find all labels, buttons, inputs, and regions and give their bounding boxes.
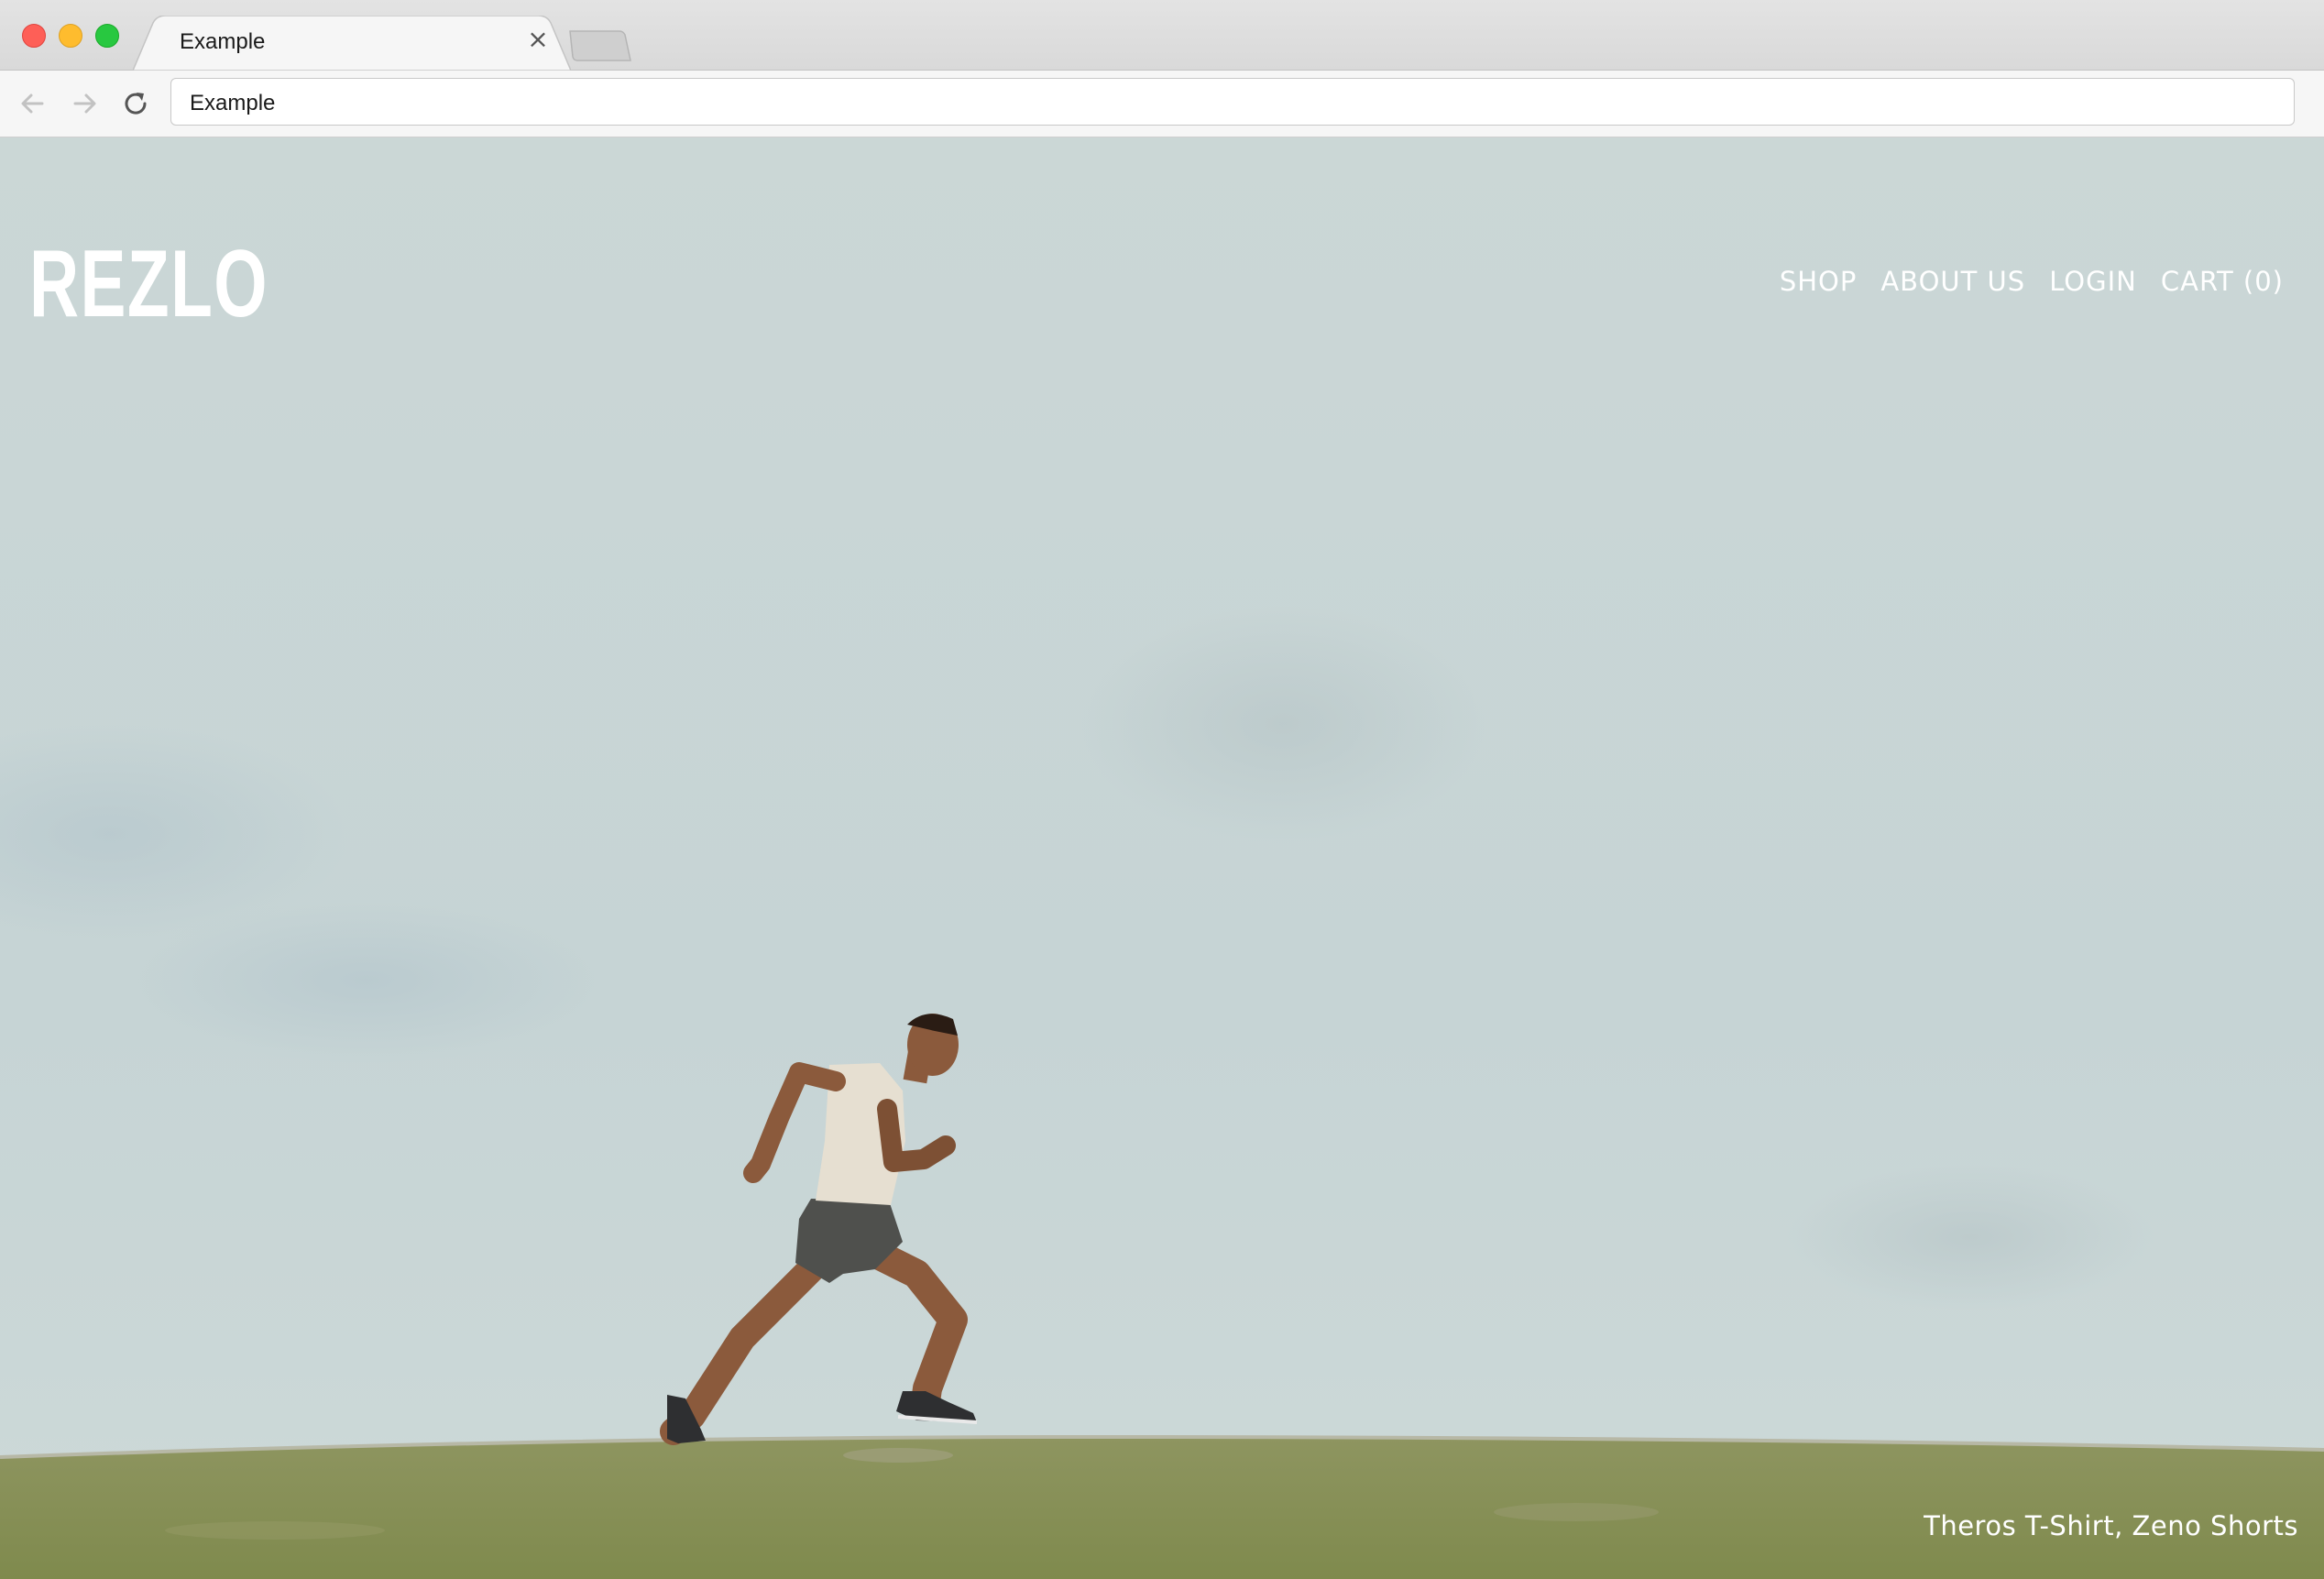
site-nav: SHOP ABOUT US LOGIN CART (0)	[1780, 266, 2284, 297]
browser-window: Example × Example REZLO SHOP ABOUT US LO…	[0, 0, 2324, 1579]
arrow-left-icon[interactable]	[16, 87, 49, 120]
new-tab-button[interactable]	[568, 29, 632, 62]
nav-about-link[interactable]: ABOUT US	[1880, 266, 2025, 297]
arrow-right-icon[interactable]	[68, 87, 101, 120]
tab-bar: Example ×	[0, 0, 2324, 71]
tab-close-icon[interactable]: ×	[526, 27, 550, 52]
web-page: REZLO SHOP ABOUT US LOGIN CART (0) Thero…	[0, 137, 2324, 1579]
maximize-window-button[interactable]	[95, 24, 119, 48]
nav-cart-link[interactable]: CART (0)	[2161, 266, 2284, 297]
nav-login-link[interactable]: LOGIN	[2049, 266, 2137, 297]
address-bar[interactable]: Example	[170, 78, 2295, 126]
close-window-button[interactable]	[22, 24, 46, 48]
browser-toolbar: Example	[0, 71, 2324, 137]
nav-shop-link[interactable]: SHOP	[1780, 266, 1858, 297]
hero-caption[interactable]: Theros T-Shirt, Zeno Shorts	[1924, 1510, 2298, 1541]
address-text: Example	[190, 91, 276, 115]
tab-title: Example	[180, 29, 266, 54]
site-logo[interactable]: REZLO	[29, 236, 269, 332]
reload-icon[interactable]	[119, 87, 152, 120]
minimize-window-button[interactable]	[59, 24, 82, 48]
hero-image	[0, 137, 2324, 1579]
